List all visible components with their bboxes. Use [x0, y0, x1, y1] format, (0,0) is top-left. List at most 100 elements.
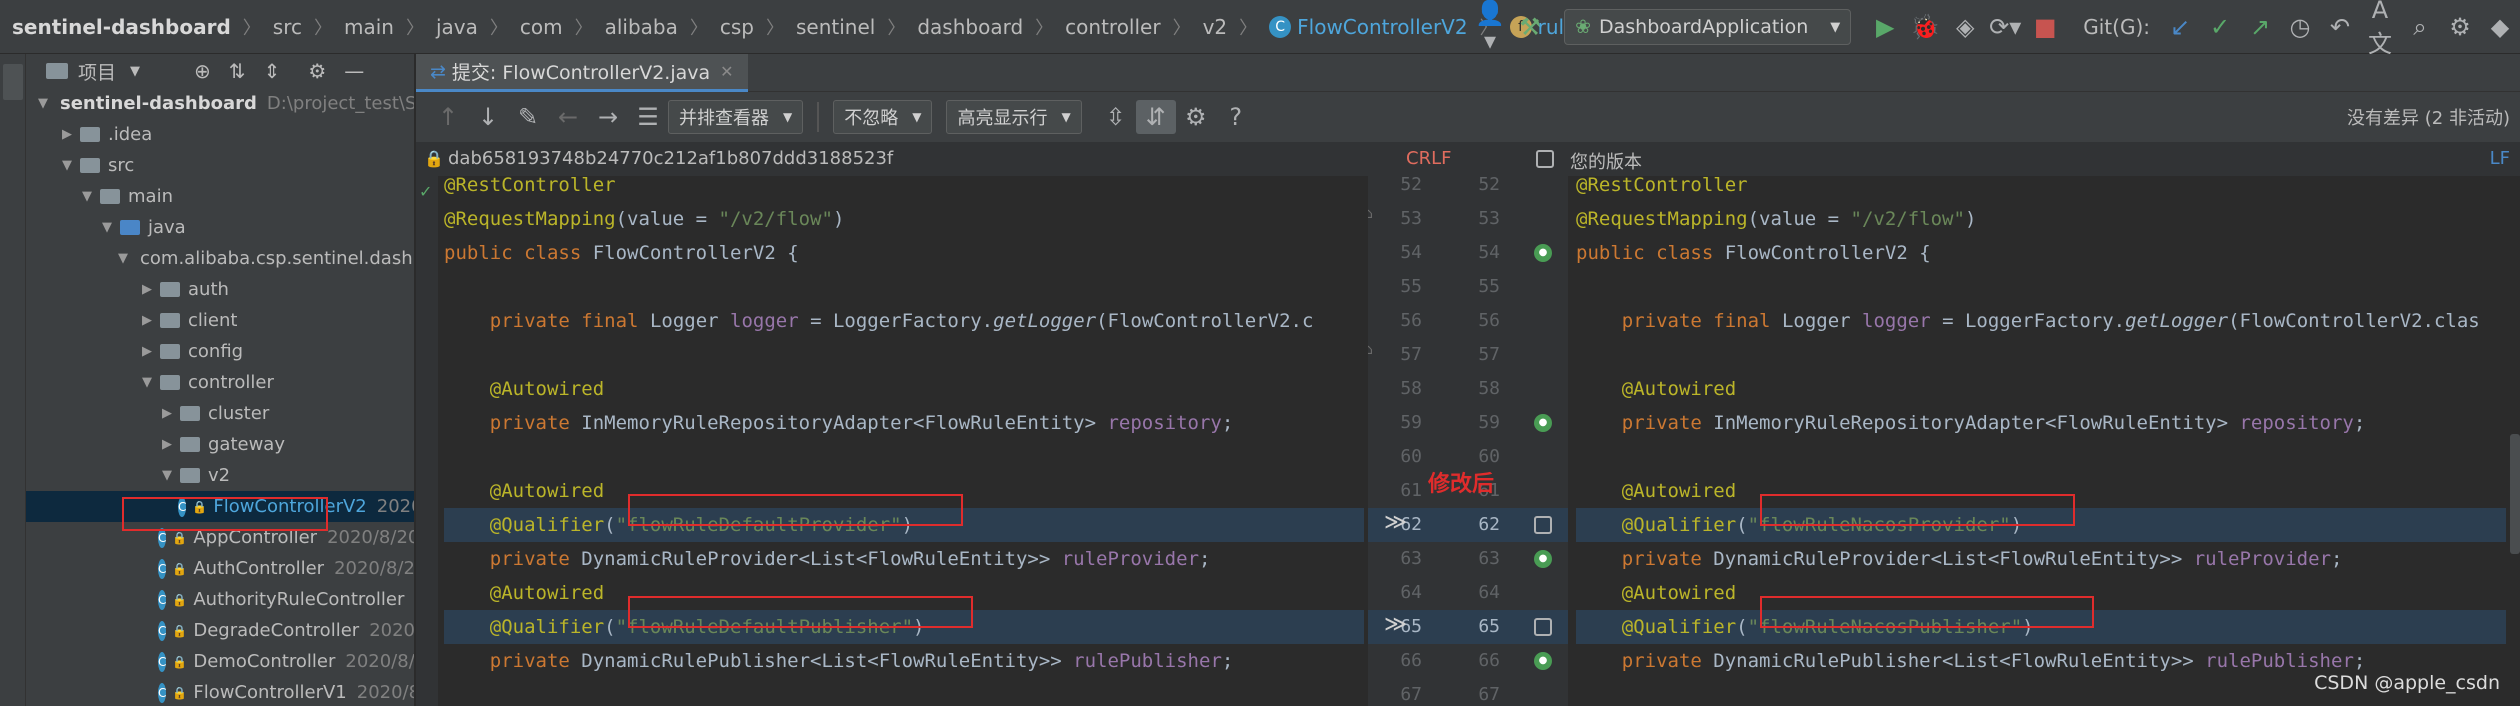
- tree-item[interactable]: C 🔒 DegradeController 2020/8/2: [26, 615, 414, 646]
- expand-right-icon[interactable]: ▶: [138, 282, 156, 297]
- expand-right-icon[interactable]: ▶: [138, 313, 156, 328]
- debug-icon[interactable]: 🐞: [1905, 13, 1945, 41]
- tree-item[interactable]: ▼ v2: [26, 460, 414, 491]
- settings-icon[interactable]: ⚙: [2440, 13, 2480, 41]
- run-icon[interactable]: ▶: [1865, 13, 1905, 41]
- expand-down-icon[interactable]: ▼: [58, 158, 76, 173]
- vertical-scrollbar[interactable]: [2510, 434, 2520, 554]
- right-line-separator[interactable]: LF: [2490, 148, 2510, 169]
- apply-change-icon[interactable]: ≫: [1384, 510, 1407, 535]
- file-info-bar: 🔒 dab658193748b24770c212af1b807ddd318852…: [416, 142, 2520, 176]
- breadcrumb-item[interactable]: 〉 sentinel: [754, 14, 875, 40]
- history-icon[interactable]: ◷: [2280, 13, 2320, 41]
- tree-item[interactable]: ▼ src: [26, 150, 414, 181]
- expand-all-icon[interactable]: ⇅: [229, 59, 246, 83]
- expand-down-icon[interactable]: ▼: [78, 189, 96, 204]
- project-tool-window-button[interactable]: [3, 64, 23, 100]
- breadcrumb-item[interactable]: sentinel-dashboard: [0, 15, 231, 39]
- breadcrumb-item[interactable]: 〉 C FlowControllerV2: [1227, 14, 1467, 40]
- left-line-separator[interactable]: CRLF: [1406, 148, 1451, 169]
- expand-right-icon[interactable]: ▶: [158, 406, 176, 421]
- minimize-icon[interactable]: —: [344, 59, 364, 83]
- select-all-checkbox[interactable]: [1536, 150, 1554, 168]
- apply-change-icon[interactable]: ≫: [1384, 612, 1407, 637]
- profile-icon[interactable]: ⟳▾: [1985, 13, 2025, 41]
- tree-item[interactable]: ▼ main: [26, 181, 414, 212]
- tree-item[interactable]: ▶ .idea: [26, 119, 414, 150]
- bean-icon[interactable]: ●: [1534, 244, 1552, 262]
- expand-down-icon[interactable]: ▼: [38, 96, 48, 111]
- close-icon[interactable]: ✕: [720, 62, 733, 81]
- tree-item[interactable]: ▶ cluster: [26, 398, 414, 429]
- breadcrumb-item[interactable]: 〉 java: [394, 14, 478, 40]
- breadcrumb-item[interactable]: 〉 com: [478, 14, 563, 40]
- expand-down-icon[interactable]: ▼: [138, 375, 156, 390]
- bean-icon[interactable]: ●: [1534, 550, 1552, 568]
- left-code-pane[interactable]: ✓ @RestController @RequestMapping(value =…: [416, 176, 1368, 706]
- tree-item[interactable]: C 🔒 DemoController 2020/8/20: [26, 646, 414, 677]
- previous-difference-icon[interactable]: ↑: [428, 103, 468, 131]
- tree-item[interactable]: ▶ config: [26, 336, 414, 367]
- expand-right-icon[interactable]: ▶: [158, 437, 176, 452]
- next-difference-icon[interactable]: ↓: [468, 103, 508, 131]
- tree-item[interactable]: ▶ auth: [26, 274, 414, 305]
- build-hammer-icon[interactable]: ⚒: [1510, 13, 1550, 41]
- chevron-down-icon[interactable]: ▼: [130, 64, 140, 79]
- git-commit-icon[interactable]: ✓: [2200, 13, 2240, 41]
- locate-icon[interactable]: ⊕: [194, 59, 211, 83]
- breadcrumb-item[interactable]: 〉 alibaba: [563, 14, 678, 40]
- breadcrumb-item[interactable]: 〉 main: [302, 14, 394, 40]
- breadcrumb-item[interactable]: 〉 dashboard: [875, 14, 1023, 40]
- edit-icon[interactable]: ✎: [508, 103, 548, 131]
- git-push-icon[interactable]: ↗: [2240, 13, 2280, 41]
- tree-item[interactable]: ▶ client: [26, 305, 414, 336]
- tree-item[interactable]: ▼ controller: [26, 367, 414, 398]
- breadcrumb-item[interactable]: 〉 controller: [1023, 14, 1160, 40]
- fold-icon[interactable]: ⌂: [1368, 342, 1373, 358]
- gear-icon[interactable]: ⚙: [1176, 103, 1216, 131]
- include-change-checkbox[interactable]: [1534, 618, 1552, 636]
- tree-item[interactable]: C 🔒 AuthController 2020/8/20 1: [26, 553, 414, 584]
- viewer-select[interactable]: 并排查看器 ▼: [668, 100, 804, 134]
- tab-diff-file[interactable]: ⇄ 提交: FlowControllerV2.java ✕: [416, 54, 748, 92]
- collapse-all-icon[interactable]: ⇕: [264, 59, 281, 83]
- project-panel-title[interactable]: 项目: [78, 58, 116, 85]
- list-icon[interactable]: ☰: [628, 103, 668, 131]
- expand-right-icon[interactable]: ▶: [58, 127, 76, 142]
- run-configuration-select[interactable]: ❀ DashboardApplication ▼: [1564, 9, 1852, 45]
- highlight-select[interactable]: 高亮显示行 ▼: [946, 100, 1082, 134]
- bean-icon[interactable]: ●: [1534, 652, 1552, 670]
- tree-item[interactable]: ▶ gateway: [26, 429, 414, 460]
- expand-right-icon[interactable]: ▶: [138, 344, 156, 359]
- collapse-unchanged-icon[interactable]: ⇳: [1096, 103, 1136, 131]
- tree-item[interactable]: ▼ java: [26, 212, 414, 243]
- gear-icon[interactable]: ⚙: [308, 59, 326, 83]
- stop-icon[interactable]: ■: [2025, 13, 2065, 41]
- tree-item[interactable]: ▼ com.alibaba.csp.sentinel.dashboard: [26, 243, 414, 274]
- expand-down-icon[interactable]: ▼: [98, 220, 116, 235]
- bean-icon[interactable]: ●: [1534, 414, 1552, 432]
- include-change-checkbox[interactable]: [1534, 516, 1552, 534]
- breadcrumb-item[interactable]: 〉 src: [231, 14, 302, 40]
- expand-down-icon[interactable]: ▼: [118, 251, 128, 266]
- translate-icon[interactable]: A文: [2360, 0, 2400, 59]
- rollback-icon[interactable]: ↶: [2320, 13, 2360, 41]
- user-icon[interactable]: 👤▾: [1470, 0, 1510, 55]
- git-update-icon[interactable]: ↙: [2160, 13, 2200, 41]
- tree-item[interactable]: ▼ sentinel-dashboard D:\project_test\Ser: [26, 88, 414, 119]
- breadcrumb-item[interactable]: 〉 csp: [678, 14, 754, 40]
- coverage-icon[interactable]: ◈: [1945, 13, 1985, 41]
- forward-icon[interactable]: →: [588, 103, 628, 131]
- fold-icon[interactable]: ⌂: [1368, 206, 1373, 222]
- search-icon[interactable]: ⌕: [2400, 13, 2440, 41]
- expand-down-icon[interactable]: ▼: [158, 468, 176, 483]
- help-icon[interactable]: ?: [1216, 103, 1256, 131]
- ide-logo-icon[interactable]: ◆: [2480, 13, 2520, 41]
- right-code-pane[interactable]: @RestController @RequestMapping(value = "…: [1568, 176, 2520, 706]
- ignore-whitespace-select[interactable]: 不忽略 ▼: [833, 100, 933, 134]
- breadcrumb-item[interactable]: 〉 v2: [1161, 14, 1228, 40]
- back-icon[interactable]: ←: [548, 103, 588, 131]
- sync-scroll-icon[interactable]: ⇵: [1135, 100, 1176, 134]
- tree-item[interactable]: C🔒AuthorityRuleController202: [26, 584, 414, 615]
- tree-item[interactable]: C 🔒 FlowControllerV1 2020/8/2: [26, 677, 414, 706]
